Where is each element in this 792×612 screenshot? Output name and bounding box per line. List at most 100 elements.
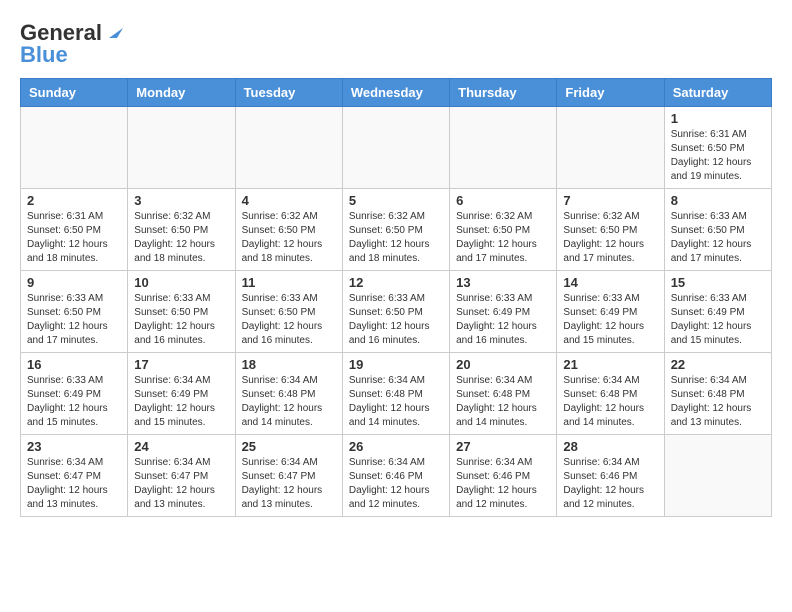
day-info: Sunrise: 6:32 AM Sunset: 6:50 PM Dayligh… [242,210,336,266]
day-cell: 3 Sunrise: 6:32 AM Sunset: 6:50 PM Daylig… [128,189,235,271]
day-info: Sunrise: 6:33 AM Sunset: 6:50 PM Dayligh… [134,292,228,348]
day-cell [557,107,664,189]
day-number: 3 [134,193,228,208]
day-number: 7 [563,193,657,208]
day-info: Sunrise: 6:32 AM Sunset: 6:50 PM Dayligh… [134,210,228,266]
day-info: Sunrise: 6:32 AM Sunset: 6:50 PM Dayligh… [456,210,550,266]
day-info: Sunrise: 6:34 AM Sunset: 6:46 PM Dayligh… [456,456,550,512]
day-info: Sunrise: 6:33 AM Sunset: 6:49 PM Dayligh… [456,292,550,348]
day-number: 11 [242,275,336,290]
day-number: 4 [242,193,336,208]
weekday-friday: Friday [557,79,664,107]
day-info: Sunrise: 6:31 AM Sunset: 6:50 PM Dayligh… [671,128,765,184]
day-cell: 4 Sunrise: 6:32 AM Sunset: 6:50 PM Daylig… [235,189,342,271]
day-cell: 12 Sunrise: 6:33 AM Sunset: 6:50 PM Dayli… [342,271,449,353]
day-cell: 9Sunrise: 6:33 AM Sunset: 6:50 PM Daylig… [21,271,128,353]
day-number: 13 [456,275,550,290]
day-number: 22 [671,357,765,372]
logo: General Blue [20,20,123,68]
day-info: Sunrise: 6:31 AM Sunset: 6:50 PM Dayligh… [27,210,121,266]
day-number: 2 [27,193,121,208]
day-cell: 2 Sunrise: 6:31 AM Sunset: 6:50 PM Daylig… [21,189,128,271]
day-number: 14 [563,275,657,290]
day-info: Sunrise: 6:33 AM Sunset: 6:50 PM Dayligh… [671,210,765,266]
day-number: 15 [671,275,765,290]
day-number: 20 [456,357,550,372]
day-cell [235,107,342,189]
day-cell: 14 Sunrise: 6:33 AM Sunset: 6:49 PM Dayli… [557,271,664,353]
weekday-sunday: Sunday [21,79,128,107]
day-cell: 1 Sunrise: 6:31 AM Sunset: 6:50 PM Daylig… [664,107,771,189]
day-number: 24 [134,439,228,454]
day-cell: 27 Sunrise: 6:34 AM Sunset: 6:46 PM Dayli… [450,435,557,517]
logo-bird-icon [105,22,123,40]
day-number: 1 [671,111,765,126]
day-cell: 7 Sunrise: 6:32 AM Sunset: 6:50 PM Daylig… [557,189,664,271]
day-info: Sunrise: 6:32 AM Sunset: 6:50 PM Dayligh… [349,210,443,266]
day-info: Sunrise: 6:33 AM Sunset: 6:49 PM Dayligh… [563,292,657,348]
day-info: Sunrise: 6:34 AM Sunset: 6:48 PM Dayligh… [563,374,657,430]
day-number: 16 [27,357,121,372]
header: General Blue [20,20,772,68]
weekday-thursday: Thursday [450,79,557,107]
day-info: Sunrise: 6:34 AM Sunset: 6:47 PM Dayligh… [134,456,228,512]
day-number: 21 [563,357,657,372]
day-cell: 8 Sunrise: 6:33 AM Sunset: 6:50 PM Daylig… [664,189,771,271]
week-row-3: 9Sunrise: 6:33 AM Sunset: 6:50 PM Daylig… [21,271,772,353]
weekday-saturday: Saturday [664,79,771,107]
day-cell: 18 Sunrise: 6:34 AM Sunset: 6:48 PM Dayli… [235,353,342,435]
day-number: 6 [456,193,550,208]
day-info: Sunrise: 6:34 AM Sunset: 6:46 PM Dayligh… [563,456,657,512]
day-info: Sunrise: 6:34 AM Sunset: 6:48 PM Dayligh… [349,374,443,430]
day-cell: 25 Sunrise: 6:34 AM Sunset: 6:47 PM Dayli… [235,435,342,517]
day-number: 12 [349,275,443,290]
day-number: 5 [349,193,443,208]
day-cell [21,107,128,189]
day-cell: 15 Sunrise: 6:33 AM Sunset: 6:49 PM Dayli… [664,271,771,353]
day-number: 28 [563,439,657,454]
weekday-wednesday: Wednesday [342,79,449,107]
week-row-4: 16 Sunrise: 6:33 AM Sunset: 6:49 PM Dayli… [21,353,772,435]
day-info: Sunrise: 6:34 AM Sunset: 6:48 PM Dayligh… [242,374,336,430]
day-info: Sunrise: 6:34 AM Sunset: 6:46 PM Dayligh… [349,456,443,512]
day-cell: 11 Sunrise: 6:33 AM Sunset: 6:50 PM Dayli… [235,271,342,353]
day-cell: 24 Sunrise: 6:34 AM Sunset: 6:47 PM Dayli… [128,435,235,517]
day-number: 27 [456,439,550,454]
day-number: 26 [349,439,443,454]
day-number: 23 [27,439,121,454]
day-cell [128,107,235,189]
day-cell: 10 Sunrise: 6:33 AM Sunset: 6:50 PM Dayli… [128,271,235,353]
weekday-tuesday: Tuesday [235,79,342,107]
week-row-2: 2 Sunrise: 6:31 AM Sunset: 6:50 PM Daylig… [21,189,772,271]
week-row-5: 23 Sunrise: 6:34 AM Sunset: 6:47 PM Dayli… [21,435,772,517]
day-info: Sunrise: 6:33 AM Sunset: 6:50 PM Dayligh… [27,292,121,348]
day-cell [342,107,449,189]
day-cell: 26 Sunrise: 6:34 AM Sunset: 6:46 PM Dayli… [342,435,449,517]
weekday-header-row: SundayMondayTuesdayWednesdayThursdayFrid… [21,79,772,107]
day-info: Sunrise: 6:34 AM Sunset: 6:47 PM Dayligh… [242,456,336,512]
day-number: 25 [242,439,336,454]
week-row-1: 1 Sunrise: 6:31 AM Sunset: 6:50 PM Daylig… [21,107,772,189]
day-cell: 23 Sunrise: 6:34 AM Sunset: 6:47 PM Dayli… [21,435,128,517]
day-info: Sunrise: 6:34 AM Sunset: 6:48 PM Dayligh… [671,374,765,430]
day-info: Sunrise: 6:33 AM Sunset: 6:49 PM Dayligh… [671,292,765,348]
day-cell: 5 Sunrise: 6:32 AM Sunset: 6:50 PM Daylig… [342,189,449,271]
day-info: Sunrise: 6:33 AM Sunset: 6:49 PM Dayligh… [27,374,121,430]
day-cell: 16 Sunrise: 6:33 AM Sunset: 6:49 PM Dayli… [21,353,128,435]
day-cell [664,435,771,517]
day-info: Sunrise: 6:34 AM Sunset: 6:49 PM Dayligh… [134,374,228,430]
day-cell: 28 Sunrise: 6:34 AM Sunset: 6:46 PM Dayli… [557,435,664,517]
calendar-table: SundayMondayTuesdayWednesdayThursdayFrid… [20,78,772,517]
day-number: 8 [671,193,765,208]
day-cell: 21 Sunrise: 6:34 AM Sunset: 6:48 PM Dayli… [557,353,664,435]
day-cell: 22 Sunrise: 6:34 AM Sunset: 6:48 PM Dayli… [664,353,771,435]
day-number: 19 [349,357,443,372]
day-cell: 6 Sunrise: 6:32 AM Sunset: 6:50 PM Daylig… [450,189,557,271]
day-info: Sunrise: 6:33 AM Sunset: 6:50 PM Dayligh… [242,292,336,348]
day-info: Sunrise: 6:34 AM Sunset: 6:47 PM Dayligh… [27,456,121,512]
day-number: 10 [134,275,228,290]
day-number: 18 [242,357,336,372]
day-info: Sunrise: 6:32 AM Sunset: 6:50 PM Dayligh… [563,210,657,266]
day-cell: 17Sunrise: 6:34 AM Sunset: 6:49 PM Dayli… [128,353,235,435]
day-info: Sunrise: 6:33 AM Sunset: 6:50 PM Dayligh… [349,292,443,348]
